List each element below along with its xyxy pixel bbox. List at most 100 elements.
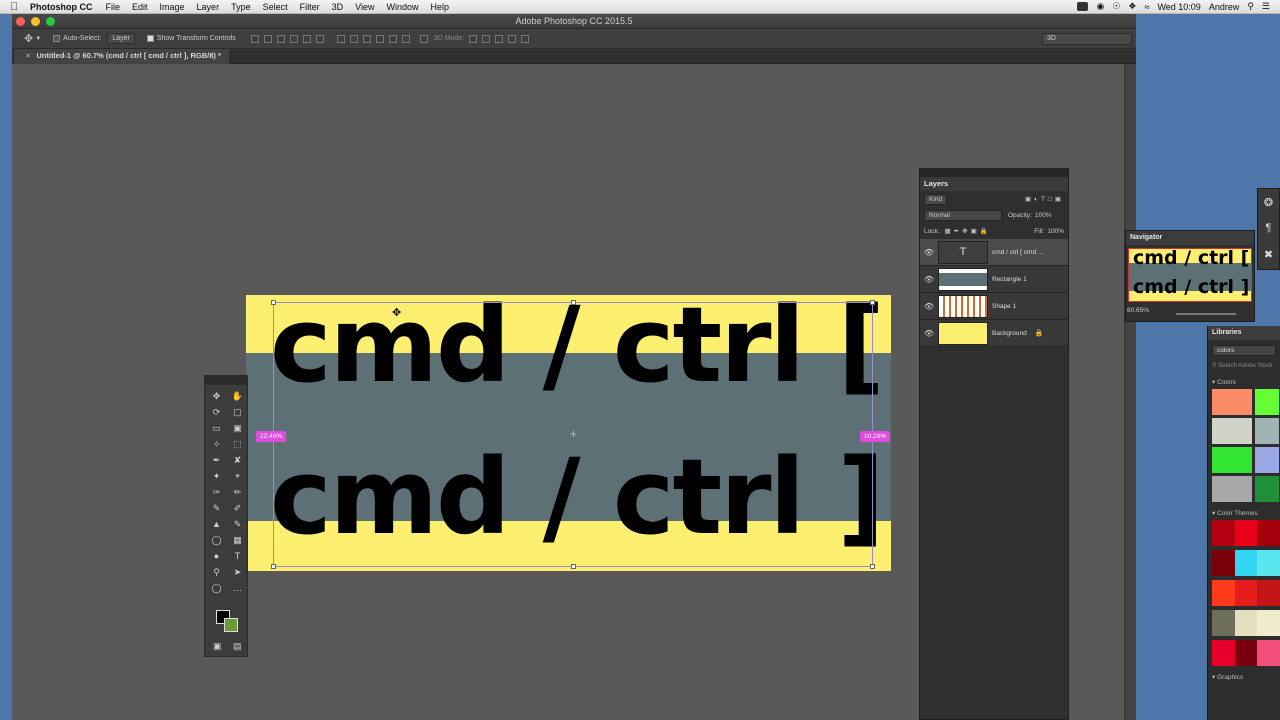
menu-help[interactable]: Help [430,2,449,12]
lasso-tool-icon[interactable]: ✧ [206,436,227,452]
artboard-tool-icon[interactable]: ▢ [227,404,248,420]
menu-image[interactable]: Image [160,2,185,12]
colors-section-label[interactable]: ▾ Colors [1212,378,1280,386]
menu-app-name[interactable]: Photoshop CC [30,2,93,12]
move-tool-icon[interactable]: ✥ [206,388,227,404]
wifi-icon[interactable]: ≈ [1144,2,1149,12]
3d-rotate-icon[interactable] [469,34,478,43]
rectangle-tool-icon[interactable]: ▭ [206,420,227,436]
screen-mode-icon[interactable]: ▤ [233,641,242,652]
color-theme[interactable] [1212,550,1280,576]
more-tools-icon[interactable]: … [227,580,248,596]
color-swatch[interactable] [1212,447,1252,473]
distribute-left-icon[interactable] [375,34,384,43]
show-transform-checkbox[interactable] [146,35,154,42]
eraser-tool-icon[interactable]: ◯ [206,532,227,548]
layer-row-rectangle[interactable]: 👁 Rectangle 1 [920,266,1068,293]
navigator-zoom-value[interactable]: 60.65% [1127,307,1149,314]
move-tool-icon[interactable]: ✥ [24,32,33,45]
distribute-bottom-icon[interactable] [362,34,371,43]
apple-icon[interactable]:  [10,1,24,13]
3d-roll-icon[interactable] [482,34,491,43]
clone-stamp-tool-icon[interactable]: ▲ [206,516,227,532]
distribute-right-icon[interactable] [401,34,410,43]
tools-preset-icon[interactable]: ✖ [1258,241,1279,267]
navigator-panel-tab[interactable]: Navigator [1126,231,1254,245]
menu-window[interactable]: Window [386,2,418,12]
close-tab-icon[interactable]: × [26,51,30,60]
layer-row-text[interactable]: 👁 T cmd / ctrl [ cmd ... [920,239,1068,266]
menu-type[interactable]: Type [231,2,251,12]
transform-handle-bl[interactable] [271,564,276,569]
eye-icon[interactable]: ☉ [1112,1,1120,12]
transform-handle-t[interactable] [571,300,576,305]
transform-handle-br[interactable] [870,564,875,569]
color-swatch[interactable] [1255,447,1279,473]
healing-brush-tool-icon[interactable]: ✎ [206,500,227,516]
auto-select-dropdown[interactable]: Layer [107,33,135,44]
auto-select-checkbox[interactable] [53,35,61,42]
visibility-eye-icon[interactable]: 👁 [920,329,938,338]
color-swatch[interactable] [1212,389,1252,415]
vertical-scrollbar[interactable] [1124,64,1136,720]
align-left-icon[interactable] [289,34,298,43]
quick-mask-icon[interactable]: ▣ [213,641,222,652]
align-vcenter-icon[interactable] [263,34,272,43]
blend-mode-dropdown[interactable]: Normal [924,209,1002,221]
ellipse-tool-icon[interactable]: ◯ [206,580,227,596]
marquee-tool-icon[interactable]: ⬚ [227,436,248,452]
libraries-panel-tab[interactable]: Libraries [1208,326,1280,340]
workspace-dropdown[interactable]: 3D [1042,33,1132,45]
user-name[interactable]: Andrew [1209,2,1240,12]
mixer-brush-tool-icon[interactable]: ✎ [227,516,248,532]
dropbox-icon[interactable]: ❖ [1128,1,1136,12]
menu-layer[interactable]: Layer [197,2,220,12]
visibility-eye-icon[interactable]: 👁 [920,248,938,257]
menu-3d[interactable]: 3D [332,2,344,12]
distribute-hcenter-icon[interactable] [388,34,397,43]
color-theme[interactable] [1212,520,1280,546]
align-right-icon[interactable] [315,34,324,43]
note-tool-icon[interactable]: ▣ [227,420,248,436]
lock-icon[interactable]: 🔒 [1035,329,1044,337]
layer-row-shape[interactable]: 👁 Shape 1 [920,293,1068,320]
transform-center-icon[interactable]: ✛ [570,430,577,439]
graphics-section-label[interactable]: ▾ Graphics [1212,673,1280,681]
transform-bounding-box[interactable]: ✛ [271,300,875,569]
align-hcenter-icon[interactable] [302,34,311,43]
distribute-top-icon[interactable] [336,34,345,43]
eyedropper-tool-icon[interactable]: ✑ [206,484,227,500]
transform-handle-b[interactable] [571,564,576,569]
color-swatch[interactable] [1255,389,1279,415]
menu-edit[interactable]: Edit [132,2,148,12]
zoom-tool-icon[interactable]: ⚲ [206,564,227,580]
document-tab[interactable]: × Untitled-1 @ 60.7% (cmd / ctrl [ cmd /… [14,49,229,64]
3d-slide-icon[interactable] [508,34,517,43]
visibility-eye-icon[interactable]: 👁 [920,302,938,311]
layer-name[interactable]: cmd / ctrl [ cmd ... [992,249,1043,256]
menu-file[interactable]: File [106,2,121,12]
menu-filter[interactable]: Filter [300,2,320,12]
crop-tool-icon[interactable]: ⌖ [227,468,248,484]
notification-icon[interactable]: ☰ [1262,1,1270,12]
visibility-eye-icon[interactable]: 👁 [920,275,938,284]
tools-panel-header[interactable] [205,376,247,385]
3d-drag-icon[interactable] [495,34,504,43]
library-dropdown[interactable]: colors [1212,345,1276,356]
color-swatch[interactable] [1255,418,1279,444]
battery-icon[interactable] [1077,2,1089,11]
slice-tool-icon[interactable]: ✘ [227,452,248,468]
layers-panel-tab[interactable]: Layers [920,177,1068,191]
paragraph-panel-icon[interactable]: ¶ [1258,215,1279,241]
history-brush-tool-icon[interactable]: ✐ [227,500,248,516]
menu-select[interactable]: Select [263,2,288,12]
auto-align-icon[interactable] [419,34,428,43]
align-bottom-icon[interactable] [276,34,285,43]
menu-view[interactable]: View [355,2,374,12]
spotlight-icon[interactable]: ⚲ [1247,1,1254,12]
color-swatch[interactable] [1255,476,1279,502]
gradient-tool-icon[interactable]: ▦ [227,532,248,548]
background-color-swatch[interactable] [224,618,238,632]
path-selection-tool-icon[interactable]: ➤ [227,564,248,580]
type-tool-icon[interactable]: T [227,548,248,564]
